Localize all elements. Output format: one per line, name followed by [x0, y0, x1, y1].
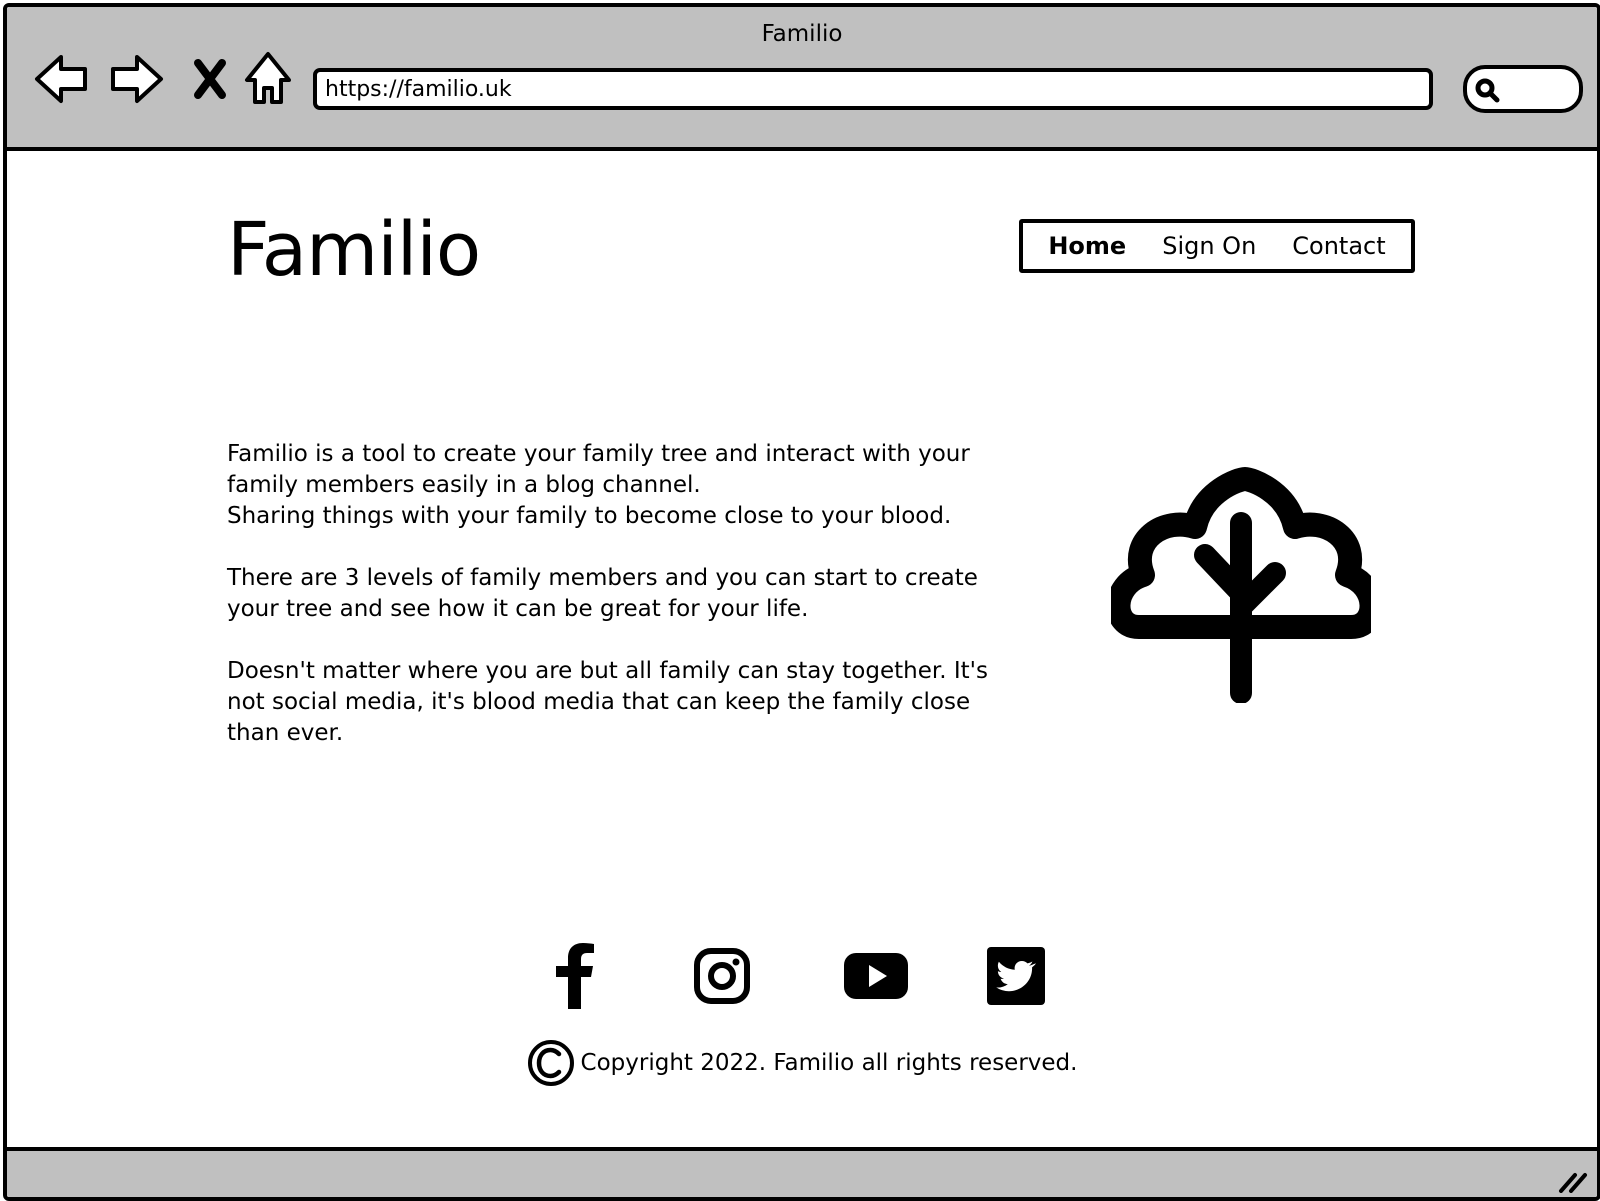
youtube-icon [844, 953, 908, 999]
resize-grip-icon[interactable] [1557, 1167, 1589, 1193]
browser-search-box[interactable] [1463, 65, 1583, 113]
browser-statusbar [7, 1147, 1597, 1197]
forward-button[interactable] [107, 51, 165, 107]
copyright-text: Copyright 2022. Familio all rights reser… [580, 1050, 1078, 1076]
home-icon [245, 52, 291, 104]
home-button[interactable] [239, 51, 297, 107]
site-logo[interactable]: Familio [227, 207, 481, 293]
youtube-link[interactable] [841, 941, 911, 1011]
nav-home-link[interactable]: Home [1048, 232, 1126, 260]
address-bar[interactable] [313, 68, 1433, 110]
arrow-right-icon [111, 55, 163, 103]
copyright-icon [527, 1040, 574, 1086]
search-icon [1475, 78, 1500, 103]
about-text: Familio is a tool to create your family … [227, 439, 997, 780]
about-line: Familio is a tool to create your family … [227, 441, 970, 498]
about-paragraph: Doesn't matter where you are but all fam… [227, 656, 997, 749]
twitter-icon [987, 947, 1045, 1005]
facebook-link[interactable] [539, 941, 609, 1011]
instagram-link[interactable] [687, 941, 757, 1011]
stop-button[interactable] [181, 51, 239, 107]
about-paragraph: There are 3 levels of family members and… [227, 563, 997, 625]
arrow-left-icon [35, 55, 87, 103]
page-content: Familio Home Sign On Contact Familio is … [7, 151, 1597, 1147]
close-icon [194, 59, 226, 99]
about-paragraph: Familio is a tool to create your family … [227, 439, 997, 532]
about-line: Sharing things with your family to becom… [227, 503, 952, 529]
browser-titlebar: Familio [7, 7, 1597, 151]
social-links [7, 941, 1597, 1011]
back-button[interactable] [33, 51, 91, 107]
instagram-icon [694, 948, 750, 1004]
about-line: Doesn't matter where you are but all fam… [227, 658, 988, 746]
facebook-icon [556, 943, 594, 1009]
nav-contact-link[interactable]: Contact [1292, 232, 1385, 260]
twitter-link[interactable] [981, 941, 1051, 1011]
main-nav: Home Sign On Contact [1019, 219, 1415, 273]
about-line: There are 3 levels of family members and… [227, 565, 978, 622]
tree-icon [1111, 467, 1371, 703]
nav-sign-on-link[interactable]: Sign On [1162, 232, 1256, 260]
browser-window: Familio https://familio.uk Familio Home … [3, 3, 1600, 1201]
url-input[interactable] [317, 72, 1429, 106]
copyright-notice: Copyright 2022. Familio all rights reser… [7, 1039, 1597, 1087]
window-title: Familio [761, 21, 843, 47]
